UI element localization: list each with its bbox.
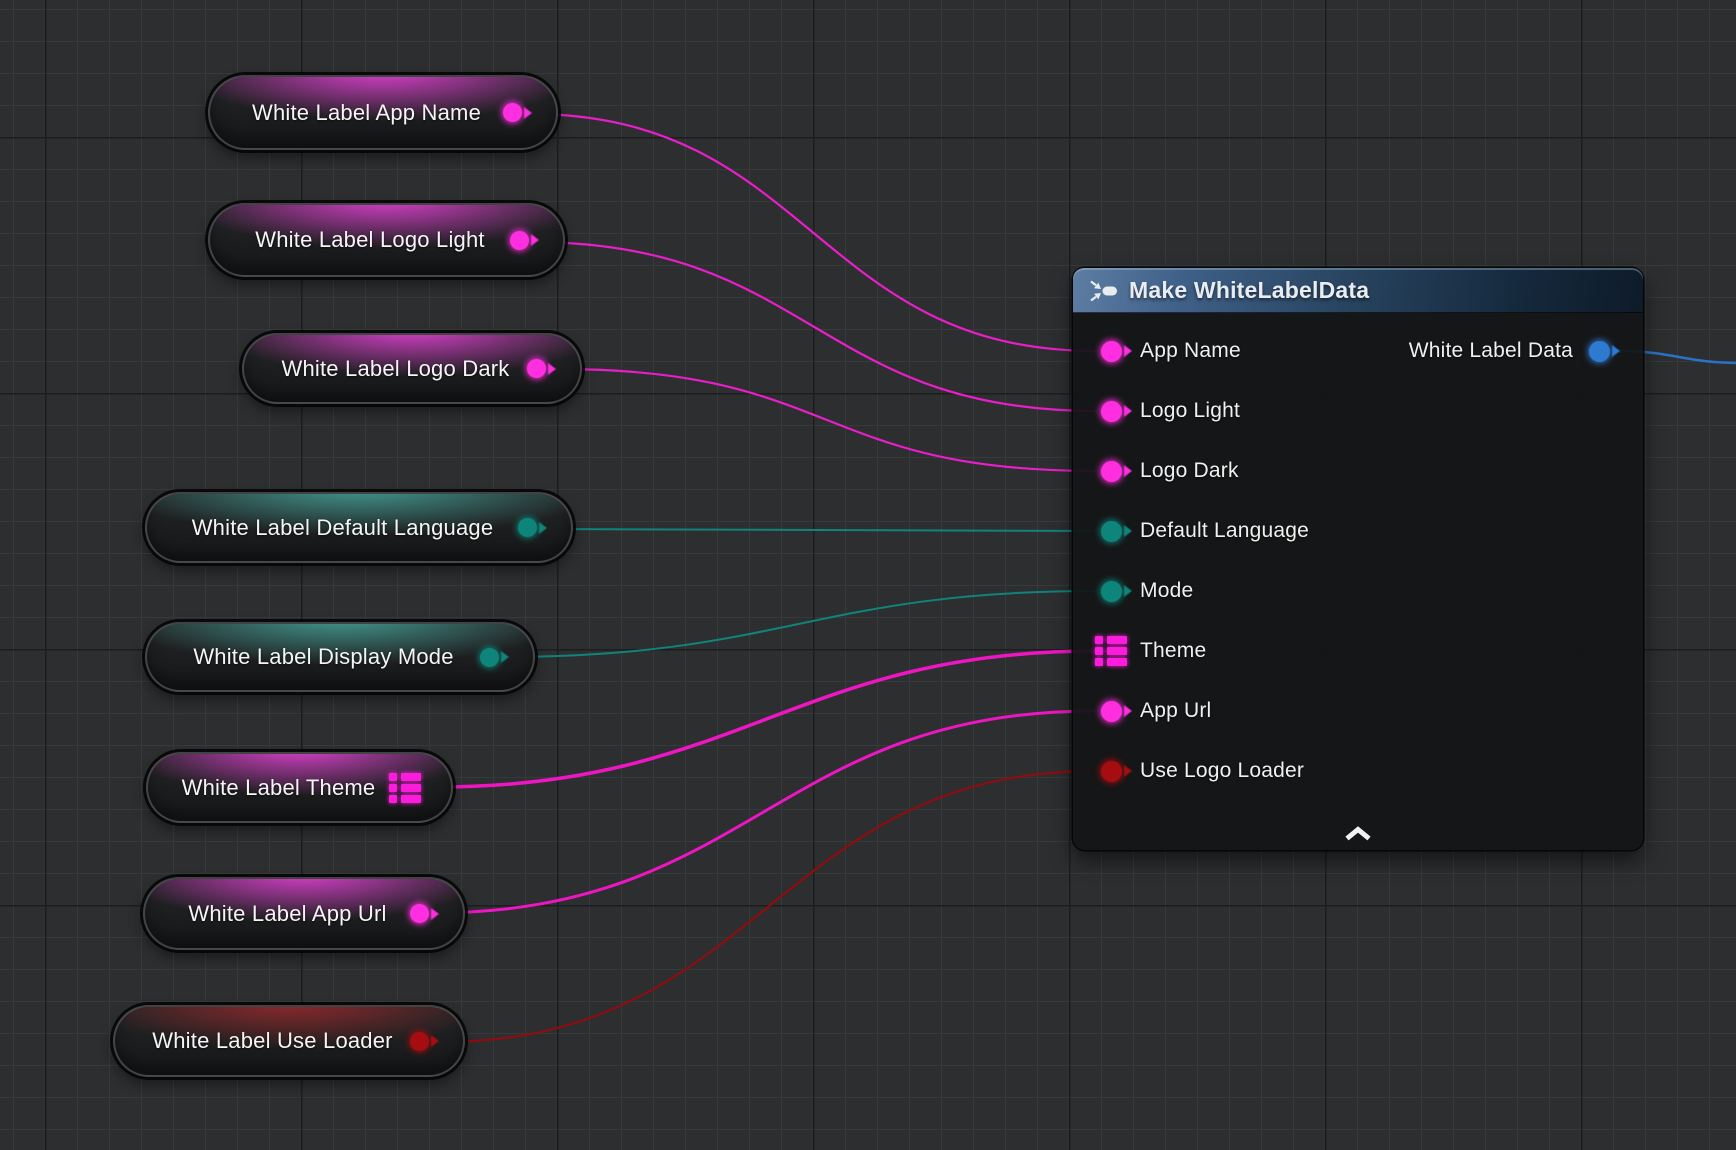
input-pin-row: Mode [1101,561,1193,621]
input-pin-row: Logo Light [1101,381,1240,441]
variable-node-label: White Label App Url [175,901,400,927]
input-pin-label: Mode [1140,579,1193,603]
input-pin-row: Use Logo Loader [1101,741,1304,801]
input-pin-row: Logo Dark [1101,441,1239,501]
bool-input-pin[interactable] [1101,761,1122,782]
struct-pin-cell [1107,647,1127,655]
string-output-pin[interactable] [410,904,429,923]
struct-pin-cell [389,784,397,792]
wire-display-mode[interactable] [501,591,1096,657]
struct-data-output-pin[interactable] [1589,341,1610,362]
input-pin-label: App Name [1140,339,1241,363]
input-pin-row: Theme [1095,621,1206,681]
output-pin-row: White Label Data [1409,321,1610,381]
collapse-node-button[interactable] [1343,826,1373,841]
node-body: White Label Data App Name Logo Light Log… [1073,313,1643,850]
make-struct-icon [1089,280,1119,302]
enum-output-pin[interactable] [518,518,537,537]
input-pin-row: Default Language [1101,501,1309,561]
struct-pin-cell [1107,636,1127,644]
variable-node-label: White Label Display Mode [177,644,470,670]
variable-node-white-label-theme[interactable]: White Label Theme [146,752,453,823]
wire-default-language[interactable] [544,529,1096,531]
variable-node-label: White Label Theme [178,775,379,801]
struct-pin-cell [1095,636,1103,644]
variable-node-white-label-logo-light[interactable]: White Label Logo Light [208,203,565,277]
string-output-pin[interactable] [510,231,529,250]
input-pin-label: Use Logo Loader [1140,759,1304,783]
enum-input-pin[interactable] [1101,521,1122,542]
string-output-pin[interactable] [503,103,522,122]
input-pin-label: App Url [1140,699,1211,723]
string-input-pin[interactable] [1101,341,1122,362]
struct-pin-cell [401,784,421,792]
input-pin-label: Logo Dark [1140,459,1239,483]
struct-input-pin[interactable] [1095,636,1127,666]
input-pin-row: App Name [1101,321,1241,381]
variable-node-white-label-app-name[interactable]: White Label App Name [208,75,558,150]
struct-pin-cell [401,773,421,781]
enum-input-pin[interactable] [1101,581,1122,602]
node-header[interactable]: Make WhiteLabelData [1073,268,1643,313]
variable-node-label: White Label Logo Dark [274,356,517,382]
chevron-up-icon [1343,826,1373,841]
variable-node-white-label-use-loader[interactable]: White Label Use Loader [113,1005,465,1077]
wire-app-name[interactable] [530,114,1096,351]
struct-output-pin[interactable] [389,773,421,803]
wire-use-loader[interactable] [441,771,1096,1042]
struct-pin-cell [1107,658,1127,666]
string-output-pin[interactable] [527,359,546,378]
struct-pin-cell [389,773,397,781]
variable-node-white-label-logo-dark[interactable]: White Label Logo Dark [242,333,582,404]
input-pin-label: Theme [1140,639,1206,663]
output-pin-label: White Label Data [1409,339,1573,363]
string-input-pin[interactable] [1101,461,1122,482]
wire-logo-dark[interactable] [558,369,1096,471]
wire-app-url[interactable] [431,711,1096,913]
enum-output-pin[interactable] [480,648,499,667]
variable-node-label: White Label Logo Light [240,227,500,253]
string-input-pin[interactable] [1101,401,1122,422]
struct-pin-cell [389,795,397,803]
node-title: Make WhiteLabelData [1129,277,1369,304]
struct-pin-cell [1095,658,1103,666]
input-pin-label: Logo Light [1140,399,1240,423]
string-input-pin[interactable] [1101,701,1122,722]
make-whitelabeldata-node[interactable]: Make WhiteLabelData White Label Data App… [1073,268,1643,850]
variable-node-label: White Label App Name [240,100,493,126]
variable-node-white-label-app-url[interactable]: White Label App Url [143,877,465,950]
variable-node-label: White Label Use Loader [145,1028,400,1054]
bool-output-pin[interactable] [410,1032,429,1051]
struct-pin-cell [1095,647,1103,655]
struct-pin-cell [401,795,421,803]
variable-node-white-label-display-mode[interactable]: White Label Display Mode [145,622,535,692]
input-pin-row: App Url [1101,681,1211,741]
variable-node-label: White Label Default Language [177,515,508,541]
variable-node-white-label-default-language[interactable]: White Label Default Language [145,492,573,563]
blueprint-graph-canvas[interactable]: White Label App Name White Label Logo Li… [0,0,1736,1150]
wire-logo-light[interactable] [531,242,1096,411]
input-pin-label: Default Language [1140,519,1309,543]
